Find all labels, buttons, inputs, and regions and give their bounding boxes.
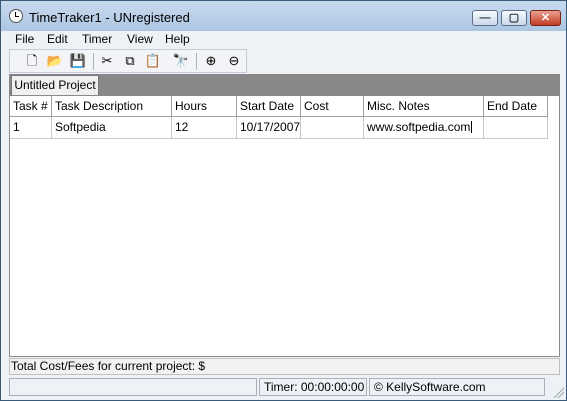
company-label: © KellySoftware.com (369, 378, 545, 396)
cell-hours[interactable]: 12 (172, 117, 237, 139)
cell-start-date[interactable]: 10/17/2007 (237, 117, 301, 139)
close-icon: ✕ (540, 12, 551, 24)
menu-edit[interactable]: Edit (47, 32, 68, 46)
remove-task-icon: ⊖ (228, 53, 240, 68)
title-bar[interactable]: TimeTraker1 - UNregistered — ▢ ✕ (1, 1, 566, 34)
column-header-task-number[interactable]: Task # (10, 96, 52, 117)
cut-button[interactable]: ✂ (99, 53, 115, 69)
cut-icon: ✂ (101, 53, 113, 68)
tab-untitled-project[interactable]: Untitled Project (11, 75, 99, 95)
column-header-task-description[interactable]: Task Description (52, 96, 172, 117)
resize-grip-icon[interactable] (552, 386, 564, 398)
paste-icon: 📋 (144, 53, 162, 68)
find-button[interactable]: 🔭 (173, 53, 189, 69)
maximize-button[interactable]: ▢ (501, 10, 527, 26)
toolbar-separator (93, 53, 94, 70)
maximize-icon: ▢ (508, 12, 520, 24)
open-folder-icon: 📂 (46, 53, 64, 68)
stopwatch-icon (9, 9, 23, 23)
toolbar-separator (196, 53, 197, 70)
remove-task-button[interactable]: ⊖ (226, 53, 242, 69)
menu-view[interactable]: View (127, 32, 153, 46)
save-icon: 💾 (69, 53, 87, 68)
menu-timer[interactable]: Timer (82, 32, 112, 46)
menu-help[interactable]: Help (165, 32, 190, 46)
cell-misc-notes-text: www.softpedia.com (367, 120, 471, 134)
menu-file[interactable]: File (15, 32, 34, 46)
column-header-hours[interactable]: Hours (172, 96, 237, 117)
toolbar: 🗋 📂 💾 ✂ ⧉ 📋 🔭 ⊕ ⊖ (9, 49, 247, 73)
new-icon: 🗋 (26, 53, 38, 68)
copy-icon: ⧉ (125, 53, 135, 68)
find-icon: 🔭 (172, 53, 190, 68)
column-header-end-date[interactable]: End Date (484, 96, 548, 117)
cell-cost[interactable] (301, 117, 364, 139)
open-button[interactable]: 📂 (47, 53, 63, 69)
cell-task-number[interactable]: 1 (10, 117, 52, 139)
close-button[interactable]: ✕ (530, 10, 561, 26)
status-panel-empty (9, 378, 257, 396)
text-cursor (471, 121, 473, 133)
window-title: TimeTraker1 - UNregistered (29, 10, 190, 25)
total-cost-bar: Total Cost/Fees for current project: $ (9, 358, 560, 375)
task-grid[interactable]: Task # Task Description Hours Start Date… (9, 95, 560, 357)
app-window: TimeTraker1 - UNregistered — ▢ ✕ File Ed… (0, 0, 567, 401)
copy-button[interactable]: ⧉ (122, 53, 138, 69)
new-button[interactable]: 🗋 (24, 53, 40, 69)
paste-button[interactable]: 📋 (145, 53, 161, 69)
timer-readout: Timer: 00:00:00:00 (259, 378, 367, 396)
column-header-cost[interactable]: Cost (301, 96, 364, 117)
add-task-button[interactable]: ⊕ (203, 53, 219, 69)
column-header-start-date[interactable]: Start Date (237, 96, 301, 117)
cell-task-description[interactable]: Softpedia (52, 117, 172, 139)
minimize-icon: — (479, 12, 491, 24)
save-button[interactable]: 💾 (70, 53, 86, 69)
cell-end-date[interactable] (484, 117, 548, 139)
project-tab-bar: Untitled Project (9, 74, 560, 95)
status-bar: Timer: 00:00:00:00 © KellySoftware.com (1, 376, 566, 400)
add-task-icon: ⊕ (205, 53, 217, 68)
column-header-misc-notes[interactable]: Misc. Notes (364, 96, 484, 117)
cell-misc-notes[interactable]: www.softpedia.com (364, 117, 484, 139)
minimize-button[interactable]: — (472, 10, 498, 26)
menu-bar: File Edit Timer View Help (1, 31, 566, 47)
